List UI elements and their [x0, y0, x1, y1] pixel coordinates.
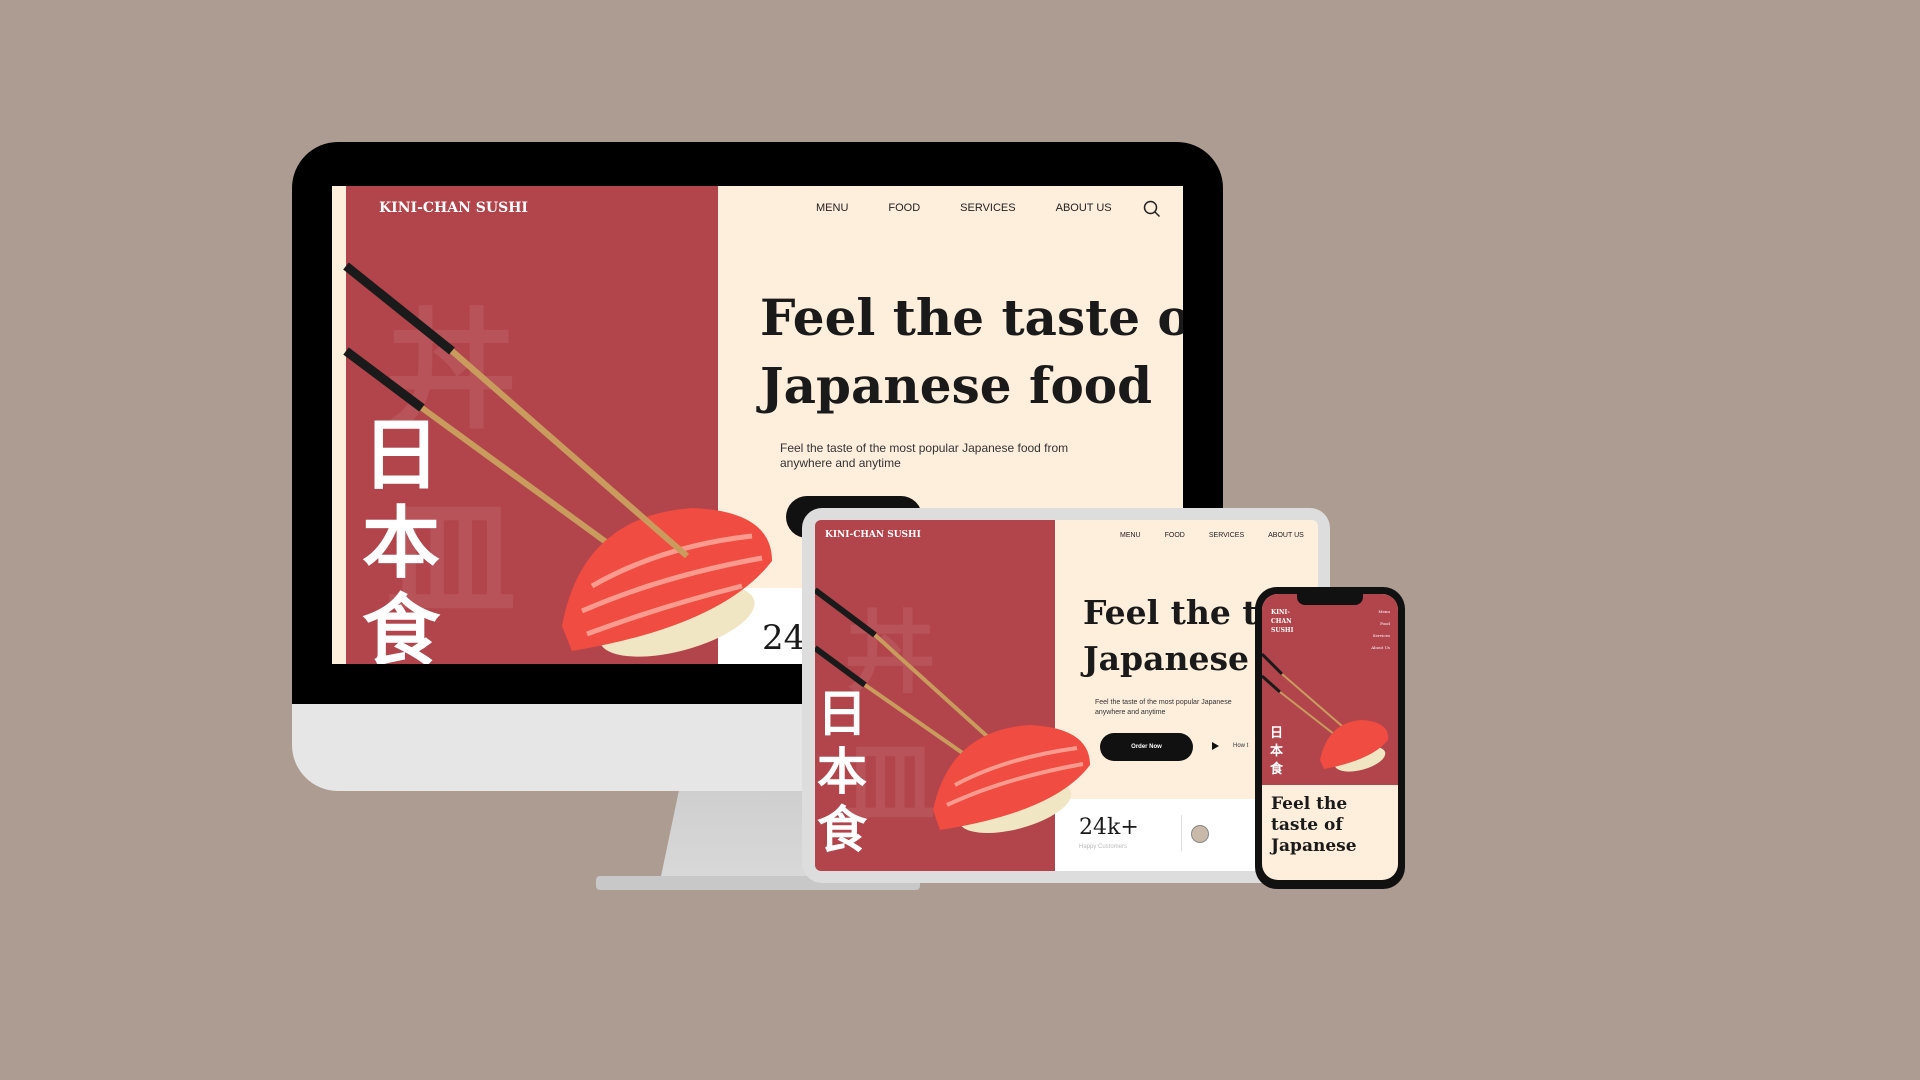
- tablet-screen: 丼 皿 日 本 食 KINI-CHAN SUSHI MENU FOOD SERV…: [815, 520, 1318, 871]
- phone-hero-line-2: taste of: [1271, 815, 1343, 835]
- phone-hero-heading: Feel the taste of Japanese: [1271, 794, 1357, 857]
- phone-screen: 日 本 食 KINI- CHAN SUSHI Menu Food Service…: [1262, 594, 1398, 880]
- phone-sushi-illustration: [1262, 652, 1389, 772]
- phone-hero-line-1: Feel the: [1271, 794, 1348, 814]
- phone-notch: [1297, 594, 1363, 605]
- phone-hero-line-3: Japanese: [1271, 836, 1357, 856]
- tablet-sushi-illustration: [815, 587, 1090, 834]
